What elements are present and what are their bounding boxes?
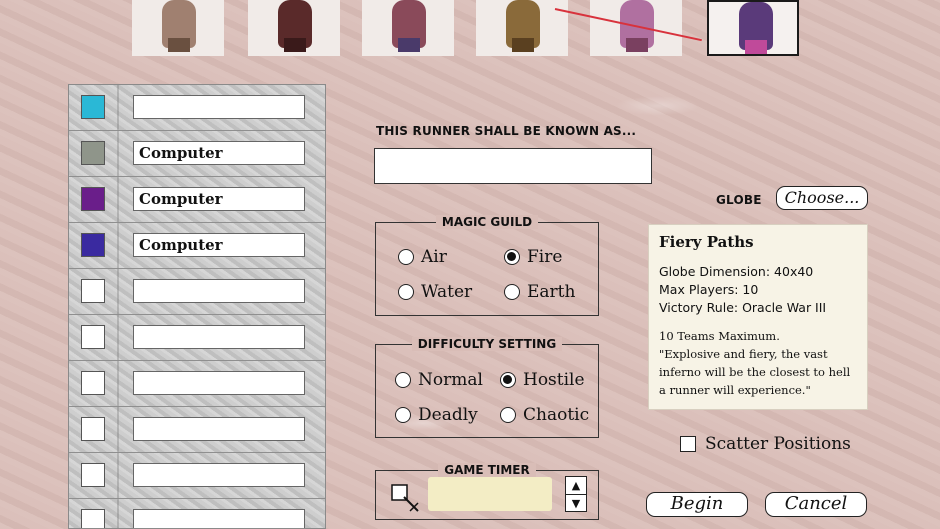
runner-name-input[interactable] (374, 148, 652, 184)
player-name-field[interactable] (133, 279, 305, 303)
radio-button[interactable] (395, 407, 411, 423)
player-row (69, 85, 325, 131)
player-color-swatch[interactable] (81, 279, 105, 303)
difficulty-title: DIFFICULTY SETTING (411, 337, 563, 351)
player-name-field[interactable] (133, 325, 305, 349)
player-color-swatch[interactable] (81, 371, 105, 395)
radio-button[interactable] (504, 249, 520, 265)
globe-name: Fiery Paths (659, 233, 754, 251)
globe-victory-rule: Victory Rule: Oracle War III (659, 300, 827, 315)
scatter-positions-checkbox[interactable]: Scatter Positions (680, 434, 851, 454)
globe-teams: 10 Teams Maximum. (659, 329, 780, 343)
player-name-field[interactable] (133, 509, 305, 528)
arrow-down-icon[interactable]: ▼ (566, 494, 586, 512)
timer-toggle-icon[interactable] (390, 483, 424, 521)
globe-max-players: Max Players: 10 (659, 282, 759, 297)
player-color-swatch[interactable] (81, 325, 105, 349)
player-row (69, 499, 325, 528)
guild-radio-water[interactable]: Water (398, 282, 472, 302)
player-color-swatch[interactable] (81, 141, 105, 165)
cancel-button[interactable]: Cancel (765, 492, 867, 517)
player-name-field[interactable]: Computer (133, 141, 305, 165)
player-row (69, 315, 325, 361)
runner-portrait-5[interactable] (590, 0, 682, 56)
runner-portrait-2[interactable] (248, 0, 340, 56)
player-name-field[interactable] (133, 371, 305, 395)
guild-radio-air[interactable]: Air (398, 247, 447, 267)
radio-button[interactable] (398, 284, 414, 300)
player-name-field[interactable]: Computer (133, 187, 305, 211)
player-name-field[interactable]: Computer (133, 233, 305, 257)
player-name-field[interactable] (133, 463, 305, 487)
scatter-positions-label: Scatter Positions (705, 434, 851, 454)
globe-choose-button[interactable]: Choose... (776, 186, 868, 210)
player-name-field[interactable] (133, 95, 305, 119)
checkbox[interactable] (680, 436, 696, 452)
radio-button[interactable] (398, 249, 414, 265)
runner-name-heading: THIS RUNNER SHALL BE KNOWN AS... (376, 124, 637, 138)
player-row (69, 453, 325, 499)
player-color-swatch[interactable] (81, 233, 105, 257)
player-row (69, 361, 325, 407)
globe-info-panel: Fiery Paths Globe Dimension: 40x40 Max P… (648, 224, 868, 410)
begin-button[interactable]: Begin (646, 492, 748, 517)
player-row (69, 407, 325, 453)
guild-radio-fire[interactable]: Fire (504, 247, 562, 267)
difficulty-radio-deadly[interactable]: Deadly (395, 405, 478, 425)
difficulty-group: DIFFICULTY SETTING Normal Hostile Deadly… (375, 337, 599, 438)
globe-dimension: Globe Dimension: 40x40 (659, 264, 814, 279)
arrow-up-icon[interactable]: ▲ (566, 477, 586, 494)
player-color-swatch[interactable] (81, 417, 105, 441)
player-name-field[interactable] (133, 417, 305, 441)
radio-button[interactable] (500, 407, 516, 423)
player-color-swatch[interactable] (81, 463, 105, 487)
game-timer-display[interactable] (428, 477, 552, 511)
difficulty-radio-chaotic[interactable]: Chaotic (500, 405, 589, 425)
runner-portrait-6[interactable] (707, 0, 799, 56)
difficulty-radio-hostile[interactable]: Hostile (500, 370, 585, 390)
radio-button[interactable] (395, 372, 411, 388)
guild-radio-earth[interactable]: Earth (504, 282, 575, 302)
globe-description: "Explosive and fiery, the vast inferno w… (659, 347, 851, 397)
game-timer-title: GAME TIMER (438, 463, 536, 477)
globe-label: GLOBE (716, 193, 762, 207)
runner-portrait-3[interactable] (362, 0, 454, 56)
player-row: Computer (69, 131, 325, 177)
difficulty-radio-normal[interactable]: Normal (395, 370, 483, 390)
timer-stepper[interactable]: ▲ ▼ (565, 476, 587, 512)
runner-portrait-1[interactable] (132, 0, 224, 56)
magic-guild-title: MAGIC GUILD (435, 215, 539, 229)
player-row (69, 269, 325, 315)
player-row: Computer (69, 177, 325, 223)
radio-button[interactable] (504, 284, 520, 300)
player-row: Computer (69, 223, 325, 269)
magic-guild-group: MAGIC GUILD Air Fire Water Earth (375, 215, 599, 316)
runner-portrait-strip (130, 0, 800, 58)
player-color-swatch[interactable] (81, 95, 105, 119)
player-color-swatch[interactable] (81, 509, 105, 528)
player-color-swatch[interactable] (81, 187, 105, 211)
player-list-panel: Computer Computer Computer (68, 84, 326, 529)
radio-button[interactable] (500, 372, 516, 388)
